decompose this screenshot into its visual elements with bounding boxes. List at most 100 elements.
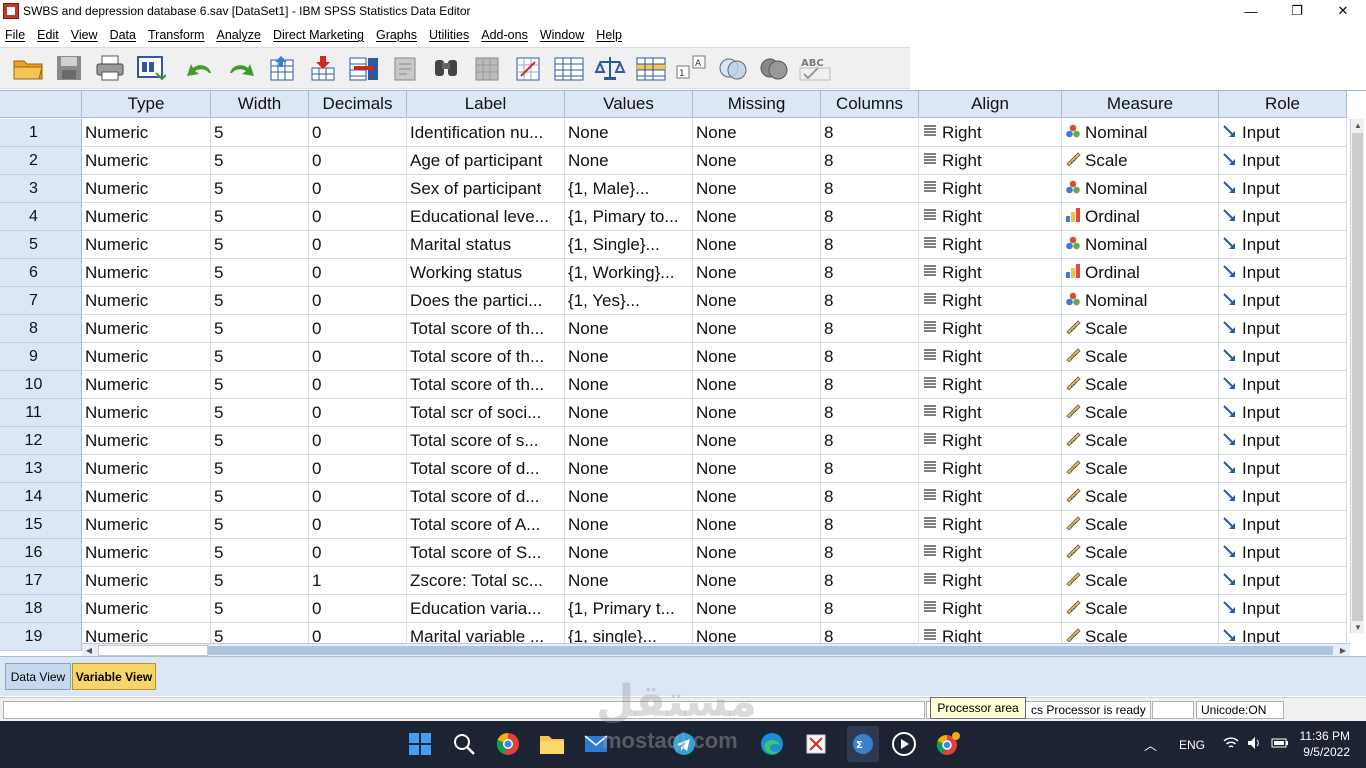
cell-type[interactable]: Numeric — [82, 455, 211, 483]
cell-align[interactable]: Right — [919, 399, 1062, 427]
cell-role[interactable]: Input — [1219, 595, 1347, 623]
cell-role[interactable]: Input — [1219, 483, 1347, 511]
scroll-right-arrow-icon[interactable]: ▶ — [1336, 644, 1350, 656]
cell-label[interactable]: Total score of d... — [407, 455, 565, 483]
cell-missing[interactable]: None — [693, 539, 821, 567]
cell-missing[interactable]: None — [693, 427, 821, 455]
cell-values[interactable]: None — [565, 315, 693, 343]
menu-view[interactable]: View — [65, 28, 104, 42]
cell-width[interactable]: 5 — [211, 259, 309, 287]
horizontal-scroll-thumb[interactable] — [98, 645, 208, 656]
row-number[interactable]: 9 — [0, 343, 82, 371]
cell-measure[interactable]: Scale — [1062, 371, 1219, 399]
menu-direct-marketing[interactable]: Direct Marketing — [267, 28, 370, 42]
row-number[interactable]: 17 — [0, 567, 82, 595]
cell-width[interactable]: 5 — [211, 287, 309, 315]
cell-align[interactable]: Right — [919, 455, 1062, 483]
cell-decimals[interactable]: 0 — [309, 539, 407, 567]
row-number[interactable]: 8 — [0, 315, 82, 343]
scroll-up-arrow-icon[interactable]: ▲ — [1351, 119, 1365, 131]
cell-role[interactable]: Input — [1219, 343, 1347, 371]
language-indicator[interactable]: ENG — [1179, 738, 1205, 752]
cell-label[interactable]: Total score of s... — [407, 427, 565, 455]
cell-width[interactable]: 5 — [211, 399, 309, 427]
cell-label[interactable]: Education varia... — [407, 595, 565, 623]
cell-align[interactable]: Right — [919, 343, 1062, 371]
cell-measure[interactable]: Scale — [1062, 455, 1219, 483]
cell-measure[interactable]: Nominal — [1062, 119, 1219, 147]
horizontal-scrollbar[interactable]: ◀ ▶ — [82, 643, 1350, 656]
cell-role[interactable]: Input — [1219, 511, 1347, 539]
cell-align[interactable]: Right — [919, 595, 1062, 623]
cell-decimals[interactable]: 0 — [309, 371, 407, 399]
search-icon[interactable] — [451, 731, 477, 757]
cell-decimals[interactable]: 0 — [309, 175, 407, 203]
cell-values[interactable]: None — [565, 147, 693, 175]
header-measure[interactable]: Measure — [1062, 91, 1219, 118]
cell-label[interactable]: Total scr of soci... — [407, 399, 565, 427]
select-cases-icon[interactable] — [633, 51, 669, 85]
battery-icon[interactable] — [1271, 737, 1289, 752]
cell-label[interactable]: Marital status — [407, 231, 565, 259]
menu-graphs[interactable]: Graphs — [370, 28, 423, 42]
wifi-icon[interactable] — [1223, 736, 1239, 753]
find-icon[interactable] — [428, 51, 464, 85]
cell-columns[interactable]: 8 — [821, 595, 919, 623]
cell-values[interactable]: None — [565, 539, 693, 567]
cell-align[interactable]: Right — [919, 259, 1062, 287]
row-number[interactable]: 10 — [0, 371, 82, 399]
cell-missing[interactable]: None — [693, 483, 821, 511]
cell-label[interactable]: Zscore: Total sc... — [407, 567, 565, 595]
spss-taskbar-icon[interactable]: Σ — [847, 726, 879, 762]
cell-align[interactable]: Right — [919, 231, 1062, 259]
cell-width[interactable]: 5 — [211, 427, 309, 455]
cell-values[interactable]: {1, Working}... — [565, 259, 693, 287]
cell-align[interactable]: Right — [919, 483, 1062, 511]
cell-values[interactable]: {1, Male}... — [565, 175, 693, 203]
cell-type[interactable]: Numeric — [82, 203, 211, 231]
cell-role[interactable]: Input — [1219, 427, 1347, 455]
cell-role[interactable]: Input — [1219, 567, 1347, 595]
cell-type[interactable]: Numeric — [82, 539, 211, 567]
cell-columns[interactable]: 8 — [821, 119, 919, 147]
cell-values[interactable]: None — [565, 567, 693, 595]
menu-add-ons[interactable]: Add-ons — [475, 28, 534, 42]
cell-width[interactable]: 5 — [211, 371, 309, 399]
cell-decimals[interactable]: 0 — [309, 287, 407, 315]
cell-measure[interactable]: Scale — [1062, 147, 1219, 175]
cell-decimals[interactable]: 0 — [309, 427, 407, 455]
cell-label[interactable]: Total score of A... — [407, 511, 565, 539]
cell-missing[interactable]: None — [693, 259, 821, 287]
split-file-icon[interactable] — [551, 51, 587, 85]
cell-measure[interactable]: Ordinal — [1062, 203, 1219, 231]
cell-columns[interactable]: 8 — [821, 399, 919, 427]
menu-transform[interactable]: Transform — [142, 28, 211, 42]
cell-missing[interactable]: None — [693, 399, 821, 427]
cell-label[interactable]: Age of participant — [407, 147, 565, 175]
cell-columns[interactable]: 8 — [821, 259, 919, 287]
cell-values[interactable]: {1, Single}... — [565, 231, 693, 259]
cell-decimals[interactable]: 0 — [309, 399, 407, 427]
cell-decimals[interactable]: 0 — [309, 119, 407, 147]
cell-type[interactable]: Numeric — [82, 427, 211, 455]
cell-type[interactable]: Numeric — [82, 567, 211, 595]
cell-align[interactable]: Right — [919, 315, 1062, 343]
cell-columns[interactable]: 8 — [821, 511, 919, 539]
cell-role[interactable]: Input — [1219, 287, 1347, 315]
header-type[interactable]: Type — [82, 91, 211, 118]
show-all-variables-icon[interactable] — [756, 51, 792, 85]
cell-measure[interactable]: Nominal — [1062, 175, 1219, 203]
chrome-profile-icon[interactable] — [935, 731, 961, 757]
row-number[interactable]: 18 — [0, 595, 82, 623]
cell-measure[interactable]: Ordinal — [1062, 259, 1219, 287]
cell-columns[interactable]: 8 — [821, 539, 919, 567]
row-number[interactable]: 3 — [0, 175, 82, 203]
cell-missing[interactable]: None — [693, 315, 821, 343]
cell-columns[interactable]: 8 — [821, 427, 919, 455]
cell-values[interactable]: None — [565, 119, 693, 147]
tab-variable-view[interactable]: Variable View — [72, 663, 156, 690]
vertical-scroll-thumb[interactable] — [1352, 133, 1363, 621]
cell-decimals[interactable]: 0 — [309, 483, 407, 511]
cell-missing[interactable]: None — [693, 595, 821, 623]
cell-width[interactable]: 5 — [211, 119, 309, 147]
